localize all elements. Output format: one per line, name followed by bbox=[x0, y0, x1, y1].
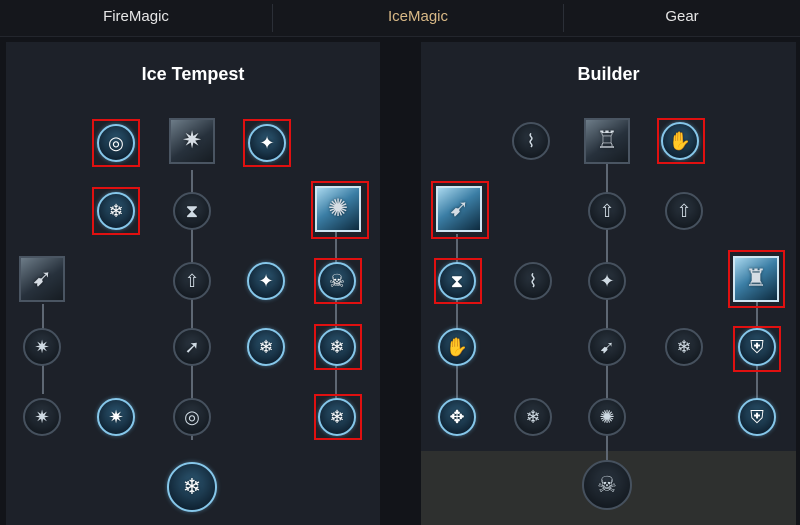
ice-shards-skill-node[interactable]: ✷ bbox=[169, 118, 215, 164]
ring-icon: ◎ bbox=[108, 133, 124, 153]
skull-icon: ☠ bbox=[597, 472, 617, 497]
sparkle-icon: ✦ bbox=[599, 271, 615, 291]
ice-tempest-ultimate-node[interactable]: ❄ bbox=[167, 462, 217, 512]
snowflake-icon: ❄ bbox=[329, 407, 345, 427]
hourglass-icon: ⧗ bbox=[450, 271, 464, 291]
shield-icon: ⛨ bbox=[750, 407, 764, 427]
ice-burst-skill-node[interactable]: ✷ bbox=[97, 398, 135, 436]
snowflake-burst-skill-node[interactable]: ❄ bbox=[247, 328, 285, 366]
spiral-skill-node[interactable]: ✺ bbox=[588, 398, 626, 436]
gauntlet-upgrade-skill-node[interactable]: ✋ bbox=[438, 328, 476, 366]
gauntlet-icon: ✋ bbox=[445, 337, 469, 357]
frost-nova-skill-node[interactable]: ❄ bbox=[318, 398, 356, 436]
diagonal-arrow-icon: ➚ bbox=[184, 337, 200, 357]
frost-ring-skill-node[interactable]: ◎ bbox=[97, 124, 135, 162]
panel-title: Ice Tempest bbox=[141, 64, 245, 84]
diagonal-arrow-skill-node[interactable]: ➚ bbox=[173, 328, 211, 366]
tab-bar: FireMagic IceMagic Gear bbox=[0, 0, 800, 37]
frost-shield-skill-node[interactable]: ❄ bbox=[318, 328, 356, 366]
arrow-up-skill-node[interactable]: ⇧ bbox=[173, 262, 211, 300]
tab-icemagic[interactable]: IceMagic bbox=[273, 0, 563, 36]
claw-skill-node[interactable]: ⌇ bbox=[514, 262, 552, 300]
snowflake-icon: ❄ bbox=[525, 407, 541, 427]
axe-shield-skill-node[interactable]: ⌇ bbox=[512, 122, 550, 160]
shard-icon: ✷ bbox=[34, 337, 50, 357]
snowflake-icon: ❄ bbox=[258, 337, 274, 357]
gift-skill-node[interactable]: ✥ bbox=[438, 398, 476, 436]
snowflake-icon: ❄ bbox=[676, 337, 692, 357]
frozen-figure-skill-node[interactable]: ♜ bbox=[733, 256, 779, 302]
snowflake-icon: ❄ bbox=[108, 201, 124, 221]
arrow-up-icon: ⇧ bbox=[184, 271, 200, 291]
ring-icon: ◎ bbox=[184, 407, 200, 427]
arrow-up-icon: ⇧ bbox=[676, 201, 692, 221]
dash-icon: ➹ bbox=[599, 337, 615, 357]
burst-skill-node[interactable]: ✷ bbox=[23, 398, 61, 436]
skull-hourglass-skill-node[interactable]: ☠ bbox=[318, 262, 356, 300]
sparkle-upgrade-skill-node[interactable]: ✦ bbox=[247, 262, 285, 300]
arrow-up-skill-node[interactable]: ⇧ bbox=[588, 192, 626, 230]
dash-skill-node[interactable]: ➹ bbox=[588, 328, 626, 366]
gift-icon: ✥ bbox=[449, 407, 465, 427]
burst-icon: ✷ bbox=[108, 407, 124, 427]
sparkle-icon: ✦ bbox=[258, 271, 274, 291]
arrow-up-icon: ⇧ bbox=[599, 201, 615, 221]
tempest-icon: ✺ bbox=[327, 195, 349, 222]
claw-icon: ⌇ bbox=[528, 271, 538, 291]
figure-icon: ♜ bbox=[745, 265, 767, 292]
panel-title: Builder bbox=[577, 64, 640, 84]
ice-shards-builder-skill-node[interactable]: ➹ bbox=[436, 186, 482, 232]
tab-gear[interactable]: Gear bbox=[564, 0, 800, 36]
hourglass-icon: ⧗ bbox=[185, 201, 199, 221]
tower-icon: ♖ bbox=[596, 127, 618, 154]
ice-tempest-panel: Ice Tempest ◎ ✷ ✦ ❄ ⧗ ✺ ➹ ⇧ ✦ ☠ ✷ ➚ ❄ ❄ … bbox=[6, 42, 380, 525]
sparkle-icon: ✦ bbox=[259, 133, 275, 153]
axe-icon: ⌇ bbox=[526, 131, 536, 151]
frost-lance-skill-node[interactable]: ➹ bbox=[19, 256, 65, 302]
skull-icon: ☠ bbox=[328, 271, 346, 291]
shield-icon: ⛨ bbox=[750, 337, 764, 357]
ice-tempest-skill-node[interactable]: ✺ bbox=[315, 186, 361, 232]
arrow-up-alt-skill-node[interactable]: ⇧ bbox=[665, 192, 703, 230]
shards-icon: ➹ bbox=[448, 195, 470, 222]
snowflake-skill-node[interactable]: ❄ bbox=[665, 328, 703, 366]
shard-skill-node[interactable]: ✷ bbox=[23, 328, 61, 366]
snow-burst-skill-node[interactable]: ❄ bbox=[514, 398, 552, 436]
sparkle-skill-node[interactable]: ✦ bbox=[248, 124, 286, 162]
spiral-icon: ✺ bbox=[599, 407, 615, 427]
snowflake-icon: ❄ bbox=[182, 474, 202, 499]
gauntlet-icon: ✋ bbox=[668, 131, 692, 151]
shards-icon: ✷ bbox=[181, 127, 203, 154]
tab-firemagic[interactable]: FireMagic bbox=[0, 0, 272, 36]
lance-icon: ➹ bbox=[31, 265, 53, 292]
builder-panel: Builder ⌇ ♖ ✋ ➹ ⇧ ⇧ ⧗ ⌇ ✦ ♜ ✋ ➹ ❄ ⛨ ✥ ❄ … bbox=[421, 42, 796, 525]
snowflake-icon: ❄ bbox=[329, 337, 345, 357]
hourglass-builder-skill-node[interactable]: ⧗ bbox=[438, 262, 476, 300]
sparkle-skill-node[interactable]: ✦ bbox=[588, 262, 626, 300]
builder-ultimate-node[interactable]: ☠ bbox=[582, 460, 632, 510]
frost-ring-upgrade-skill-node[interactable]: ◎ bbox=[173, 398, 211, 436]
frost-shield-builder-skill-node[interactable]: ⛨ bbox=[738, 328, 776, 366]
tower-skill-node[interactable]: ♖ bbox=[584, 118, 630, 164]
connector-line bbox=[456, 234, 458, 404]
burst-icon: ✷ bbox=[34, 407, 50, 427]
shield-sparkle-skill-node[interactable]: ⛨ bbox=[738, 398, 776, 436]
gauntlet-skill-node[interactable]: ✋ bbox=[661, 122, 699, 160]
snowflake-skill-node[interactable]: ❄ bbox=[97, 192, 135, 230]
hourglass-skill-node[interactable]: ⧗ bbox=[173, 192, 211, 230]
